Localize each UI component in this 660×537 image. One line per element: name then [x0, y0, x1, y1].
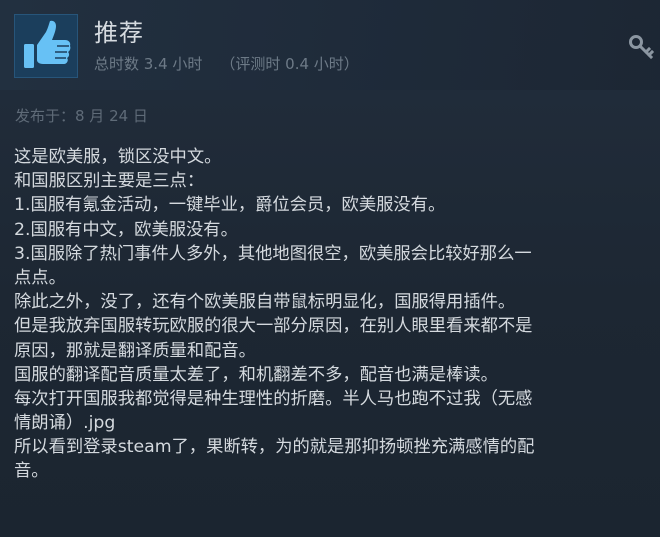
review-line: 3.国服除了热门事件人多外，其他地图很空，欧美服会比较好那么一	[14, 243, 532, 264]
hours-at-review: （评测时 0.4 小时）	[220, 55, 359, 73]
review-line: 2.国服有中文，欧美服没有。	[14, 219, 238, 240]
review-header: 推荐 总时数 3.4 小时 （评测时 0.4 小时）	[0, 0, 660, 90]
recommend-badge	[14, 14, 78, 78]
review-line: 1.国服有氪金活动，一键毕业，爵位会员，欧美服没有。	[14, 195, 446, 216]
review-line: 和国服区别主要是三点：	[14, 171, 205, 192]
review-line: 国服的翻译配音质量太差了，和机翻差不多，配音也满是棒读。	[14, 364, 498, 385]
review-body: 这是欧美服，锁区没中文。 和国服区别主要是三点： 1.国服有氪金活动，一键毕业，…	[14, 145, 654, 484]
hours-total: 总时数 3.4 小时	[94, 55, 203, 73]
review-line: 音。	[14, 461, 49, 482]
review-verdict: 推荐	[94, 19, 144, 47]
review-line: 原因，那就是翻译质量和配音。	[14, 340, 256, 361]
playtime-info: 总时数 3.4 小时 （评测时 0.4 小时）	[94, 54, 359, 74]
review-line: 这是欧美服，锁区没中文。	[14, 147, 222, 167]
review-card: 推荐 总时数 3.4 小时 （评测时 0.4 小时） 发布于：8 月 24 日 这…	[0, 0, 660, 537]
review-line: 情朗诵）.jpg	[14, 413, 116, 434]
review-line: 点点。	[14, 267, 66, 288]
review-line: 除此之外，没了，还有个欧美服自带鼠标明显化，国服得用插件。	[14, 292, 516, 313]
award-icon[interactable]	[628, 33, 656, 61]
thumbs-up-icon	[24, 20, 71, 68]
review-line: 每次打开国服我都觉得是种生理性的折磨。半人马也跑不过我（无感	[14, 388, 533, 409]
review-line: 所以看到登录steam了，果断转，为的就是那抑扬顿挫充满感情的配	[14, 437, 535, 458]
review-line: 但是我放弃国服转玩欧服的很大一部分原因，在别人眼里看来都不是	[14, 316, 533, 337]
posted-date: 发布于：8 月 24 日	[15, 107, 148, 125]
